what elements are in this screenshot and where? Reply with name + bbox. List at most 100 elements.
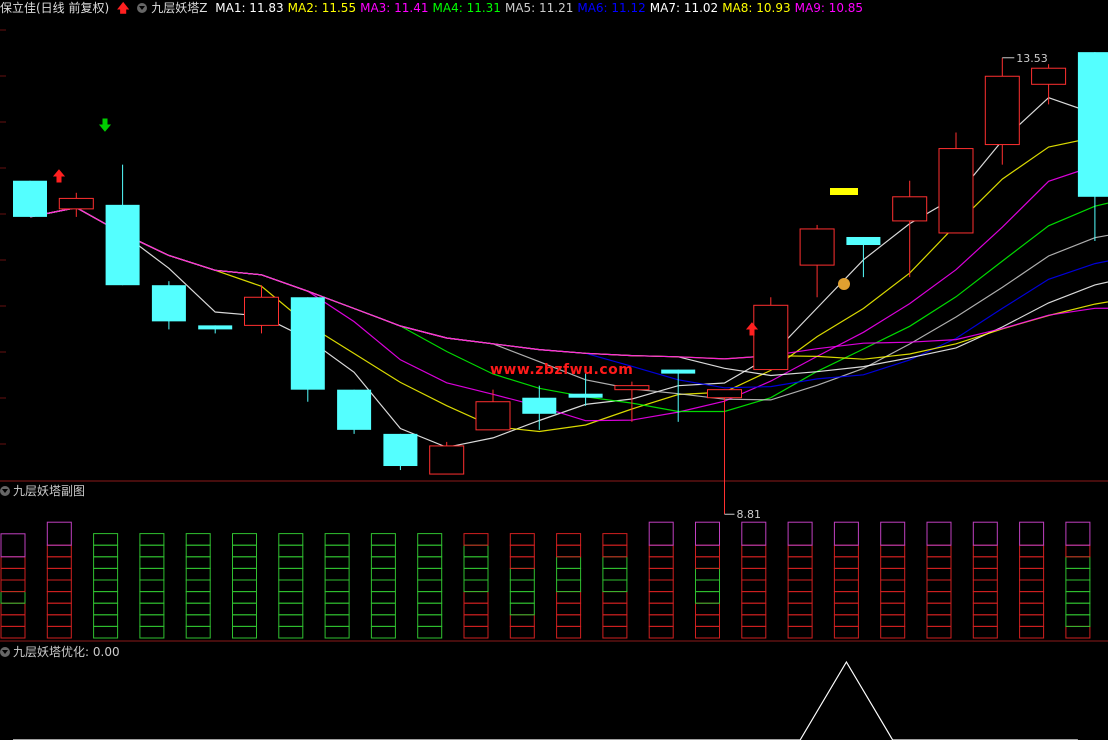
- stack-cell: [232, 567, 257, 581]
- stack-cell: [232, 625, 257, 639]
- stack-cell: [417, 556, 443, 569]
- candle-body: [475, 401, 511, 431]
- stack-cell: [509, 591, 535, 604]
- stack-cell: [926, 579, 952, 593]
- stack-cell: [556, 544, 582, 558]
- candle-body: [151, 285, 186, 322]
- stack-cell: [880, 567, 906, 581]
- candle-body: [846, 236, 881, 246]
- stack-cell: [185, 602, 211, 616]
- stack-cell: [926, 591, 952, 604]
- stack-cell: [787, 614, 813, 627]
- stack-cell: [463, 556, 489, 569]
- stack-cell: [1065, 625, 1091, 639]
- stack-cell: [1019, 614, 1045, 627]
- opt-title-text: 九层妖塔优化: [13, 645, 86, 659]
- stack-cell: [370, 567, 396, 581]
- collapse-icon[interactable]: [137, 3, 148, 13]
- stack-cell-top: [926, 521, 952, 546]
- stack-cell: [741, 602, 767, 616]
- stack-cell: [602, 533, 628, 546]
- stack-cell: [0, 556, 26, 569]
- stack-cell: [463, 544, 489, 558]
- candle-body: [1031, 67, 1067, 85]
- stack-cell: [833, 556, 859, 569]
- stack-cell-top: [46, 521, 72, 546]
- stack-cell: [509, 544, 535, 558]
- stack-cell: [695, 625, 720, 639]
- stack-cell-top: [880, 521, 906, 546]
- ma-label-9: MA9: 10.85: [794, 1, 864, 15]
- candle-body: [1077, 52, 1108, 197]
- up-arrow-icon: 🡅: [117, 1, 130, 15]
- chart-header: 保立佳(日线 前复权) 🡅 九层妖塔Z MA1: 11.83 MA2: 11.55…: [0, 0, 871, 16]
- ma-label-7: MA7: 11.02: [649, 1, 719, 15]
- stack-cell: [556, 614, 582, 627]
- stack-cell: [185, 591, 211, 604]
- stack-cell: [972, 579, 998, 593]
- stack-cell: [741, 591, 767, 604]
- stack-cell: [741, 544, 767, 558]
- stack-cell: [278, 533, 304, 546]
- stack-cell: [695, 591, 720, 604]
- stack-cell: [695, 579, 720, 593]
- stack-cell: [509, 556, 535, 569]
- stack-cell: [602, 591, 628, 604]
- stack-cell: [232, 614, 257, 627]
- stack-cell: [93, 579, 119, 593]
- stack-cell: [787, 544, 813, 558]
- coin-icon: [838, 278, 850, 290]
- ma-label-5: MA5: 11.21: [504, 1, 574, 15]
- stack-cell: [232, 533, 257, 546]
- stock-name: 保立佳(日线 前复权): [0, 1, 110, 15]
- stack-cell: [139, 591, 165, 604]
- stack-cell: [1065, 556, 1091, 569]
- stack-cell-top: [0, 533, 26, 558]
- stack-cell: [1065, 567, 1091, 581]
- indicator-name: 九层妖塔Z: [151, 1, 208, 15]
- stack-cell: [1065, 602, 1091, 616]
- ma-label-2: MA2: 11.55: [287, 1, 357, 15]
- stack-cell: [93, 614, 119, 627]
- stack-cell: [972, 614, 998, 627]
- stack-cell: [0, 602, 26, 616]
- stack-cell: [46, 544, 72, 558]
- stack-cell: [602, 556, 628, 569]
- stack-cell: [1019, 556, 1045, 569]
- stack-cell: [139, 614, 165, 627]
- stack-cell: [926, 614, 952, 627]
- stack-cell: [93, 602, 119, 616]
- low-label: 8.81: [737, 508, 762, 521]
- stack-cell: [463, 591, 489, 604]
- candle-body: [198, 325, 233, 330]
- stack-cell: [46, 625, 72, 639]
- stack-cell: [741, 567, 767, 581]
- candle-body: [105, 204, 140, 286]
- stack-cell: [880, 579, 906, 593]
- stack-cell: [695, 567, 720, 581]
- stack-cell: [648, 556, 674, 569]
- stack-cell: [46, 602, 72, 616]
- collapse-icon[interactable]: [0, 486, 10, 496]
- stack-cell: [278, 625, 304, 639]
- stack-cell: [556, 567, 582, 581]
- stack-cell: [185, 567, 211, 581]
- candle-body: [753, 304, 789, 371]
- stack-cell: [46, 579, 72, 593]
- buy-arrow-icon: [52, 169, 66, 183]
- stack-cell: [648, 579, 674, 593]
- stack-cell: [417, 591, 443, 604]
- stack-cell: [509, 614, 535, 627]
- stack-cell: [695, 544, 720, 558]
- stack-cell: [93, 567, 119, 581]
- stack-cell: [1019, 567, 1045, 581]
- stack-cell-top: [787, 521, 813, 546]
- stack-cell: [185, 556, 211, 569]
- high-label: 13.53: [1016, 52, 1048, 65]
- opt-value: : 0.00: [85, 645, 120, 659]
- stack-cell: [880, 556, 906, 569]
- stack-cell: [695, 602, 720, 616]
- stack-cell: [139, 567, 165, 581]
- stack-cell: [139, 579, 165, 593]
- collapse-icon[interactable]: [0, 647, 10, 657]
